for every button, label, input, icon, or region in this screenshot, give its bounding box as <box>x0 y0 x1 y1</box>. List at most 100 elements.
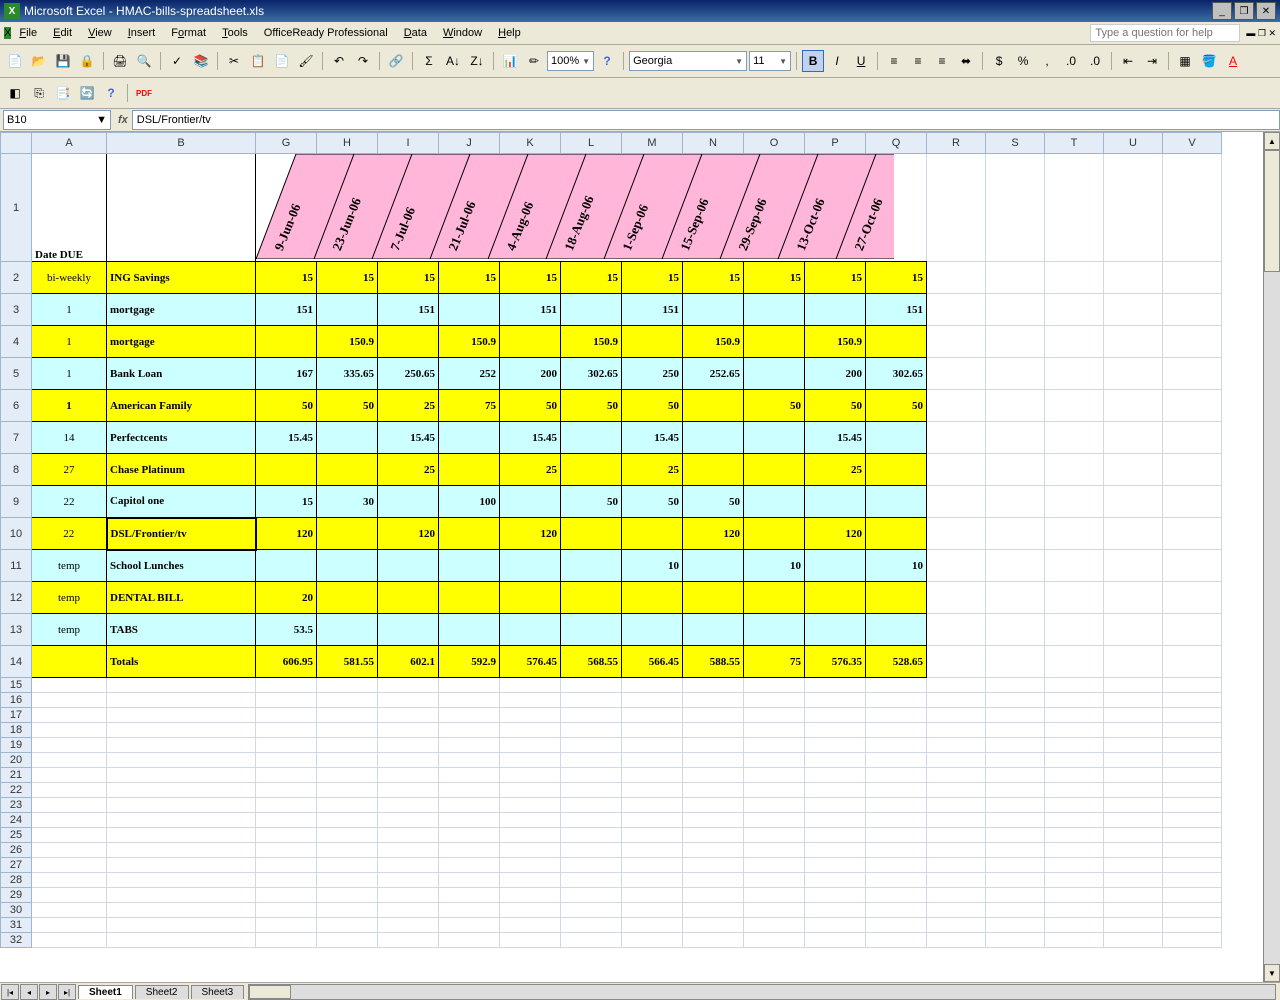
cell-3-5[interactable] <box>561 294 622 326</box>
cell-6-3[interactable]: 75 <box>439 390 500 422</box>
save-icon[interactable]: 💾 <box>52 50 74 72</box>
scroll-up-icon[interactable]: ▲ <box>1264 132 1280 150</box>
cell-10-9[interactable]: 120 <box>805 518 866 550</box>
pdf-icon[interactable]: PDF <box>133 82 155 104</box>
cell-3-2[interactable]: 151 <box>378 294 439 326</box>
help-search-input[interactable] <box>1090 24 1240 42</box>
cell-9-10[interactable] <box>866 486 927 518</box>
cell-3-1[interactable] <box>317 294 378 326</box>
cell-10-0[interactable]: 120 <box>256 518 317 550</box>
cell-5-8[interactable] <box>744 358 805 390</box>
cell-2-7[interactable]: 15 <box>683 262 744 294</box>
cell-13-9[interactable] <box>805 614 866 646</box>
spell-icon[interactable]: ✓ <box>166 50 188 72</box>
tab-nav-next[interactable]: ▸ <box>39 984 57 1000</box>
cell-12-5[interactable] <box>561 582 622 614</box>
cell-10-4[interactable]: 120 <box>500 518 561 550</box>
cell-10-6[interactable] <box>622 518 683 550</box>
cell-11-6[interactable]: 10 <box>622 550 683 582</box>
cell-13-8[interactable] <box>744 614 805 646</box>
cell-4-2[interactable] <box>378 326 439 358</box>
cell-5-7[interactable]: 252.65 <box>683 358 744 390</box>
cell-6-5[interactable]: 50 <box>561 390 622 422</box>
cell-7-6[interactable]: 15.45 <box>622 422 683 454</box>
mdi-controls[interactable]: ▬ ❐ ✕ <box>1246 28 1276 39</box>
cell-9-1[interactable]: 30 <box>317 486 378 518</box>
cut-icon[interactable]: ✂ <box>223 50 245 72</box>
cell-6-1[interactable]: 50 <box>317 390 378 422</box>
menu-edit[interactable]: Edit <box>45 25 80 41</box>
cell-due-7[interactable]: 14 <box>32 422 107 454</box>
cell-4-10[interactable] <box>866 326 927 358</box>
font-combo[interactable]: Georgia▼ <box>629 51 747 71</box>
cell-2-5[interactable]: 15 <box>561 262 622 294</box>
cell-item-9[interactable]: Capitol one <box>107 486 256 518</box>
cell-3-3[interactable] <box>439 294 500 326</box>
percent-icon[interactable]: % <box>1012 50 1034 72</box>
print-icon[interactable]: 🖨 <box>109 50 131 72</box>
fill-color-icon[interactable]: 🪣 <box>1198 50 1220 72</box>
tab-nav-last[interactable]: ▸| <box>58 984 76 1000</box>
cell-8-7[interactable] <box>683 454 744 486</box>
cell-item-7[interactable]: Perfectcents <box>107 422 256 454</box>
cell-9-6[interactable]: 50 <box>622 486 683 518</box>
cell-6-2[interactable]: 25 <box>378 390 439 422</box>
cell-6-9[interactable]: 50 <box>805 390 866 422</box>
cell-11-2[interactable] <box>378 550 439 582</box>
cell-item-10[interactable]: DSL/Frontier/tv <box>107 518 256 550</box>
cell-12-4[interactable] <box>500 582 561 614</box>
cell-9-2[interactable] <box>378 486 439 518</box>
font-color-icon[interactable]: A <box>1222 50 1244 72</box>
cell-9-3[interactable]: 100 <box>439 486 500 518</box>
drawing-icon[interactable]: ✏ <box>523 50 545 72</box>
restore-button[interactable]: ❐ <box>1234 2 1254 20</box>
tab-nav-prev[interactable]: ◂ <box>20 984 38 1000</box>
cell-3-8[interactable] <box>744 294 805 326</box>
cell-5-2[interactable]: 250.65 <box>378 358 439 390</box>
cell-13-2[interactable] <box>378 614 439 646</box>
cell-8-6[interactable]: 25 <box>622 454 683 486</box>
cell-11-5[interactable] <box>561 550 622 582</box>
cell-5-1[interactable]: 335.65 <box>317 358 378 390</box>
cell-3-9[interactable] <box>805 294 866 326</box>
cell-4-5[interactable]: 150.9 <box>561 326 622 358</box>
sort-desc-icon[interactable]: Z↓ <box>466 50 488 72</box>
cell-2-1[interactable]: 15 <box>317 262 378 294</box>
cell-13-6[interactable] <box>622 614 683 646</box>
merge-icon[interactable]: ⬌ <box>955 50 977 72</box>
redo-icon[interactable]: ↷ <box>352 50 374 72</box>
cell-item-5[interactable]: Bank Loan <box>107 358 256 390</box>
cell-5-5[interactable]: 302.65 <box>561 358 622 390</box>
cell-10-3[interactable] <box>439 518 500 550</box>
cell-3-0[interactable]: 151 <box>256 294 317 326</box>
cell-11-9[interactable] <box>805 550 866 582</box>
tab-nav-first[interactable]: |◂ <box>1 984 19 1000</box>
menu-tools[interactable]: Tools <box>214 25 256 41</box>
cell-4-4[interactable] <box>500 326 561 358</box>
cell-7-1[interactable] <box>317 422 378 454</box>
cell-11-4[interactable] <box>500 550 561 582</box>
menu-insert[interactable]: Insert <box>120 25 164 41</box>
cell-13-7[interactable] <box>683 614 744 646</box>
close-button[interactable]: ✕ <box>1256 2 1276 20</box>
cell-8-5[interactable] <box>561 454 622 486</box>
cell-8-3[interactable] <box>439 454 500 486</box>
menu-help[interactable]: Help <box>490 25 529 41</box>
cell-item-8[interactable]: Chase Platinum <box>107 454 256 486</box>
comma-icon[interactable]: , <box>1036 50 1058 72</box>
cell-10-2[interactable]: 120 <box>378 518 439 550</box>
cell-2-9[interactable]: 15 <box>805 262 866 294</box>
tb2-4[interactable]: 🔄 <box>76 82 98 104</box>
research-icon[interactable]: 📚 <box>190 50 212 72</box>
cell-12-2[interactable] <box>378 582 439 614</box>
cell-4-1[interactable]: 150.9 <box>317 326 378 358</box>
cell-12-6[interactable] <box>622 582 683 614</box>
cell-due-4[interactable]: 1 <box>32 326 107 358</box>
cell-4-9[interactable]: 150.9 <box>805 326 866 358</box>
cell-2-6[interactable]: 15 <box>622 262 683 294</box>
cell-2-3[interactable]: 15 <box>439 262 500 294</box>
cell-3-10[interactable]: 151 <box>866 294 927 326</box>
fx-icon[interactable]: fx <box>118 114 128 126</box>
cell-3-4[interactable]: 151 <box>500 294 561 326</box>
cell-2-8[interactable]: 15 <box>744 262 805 294</box>
